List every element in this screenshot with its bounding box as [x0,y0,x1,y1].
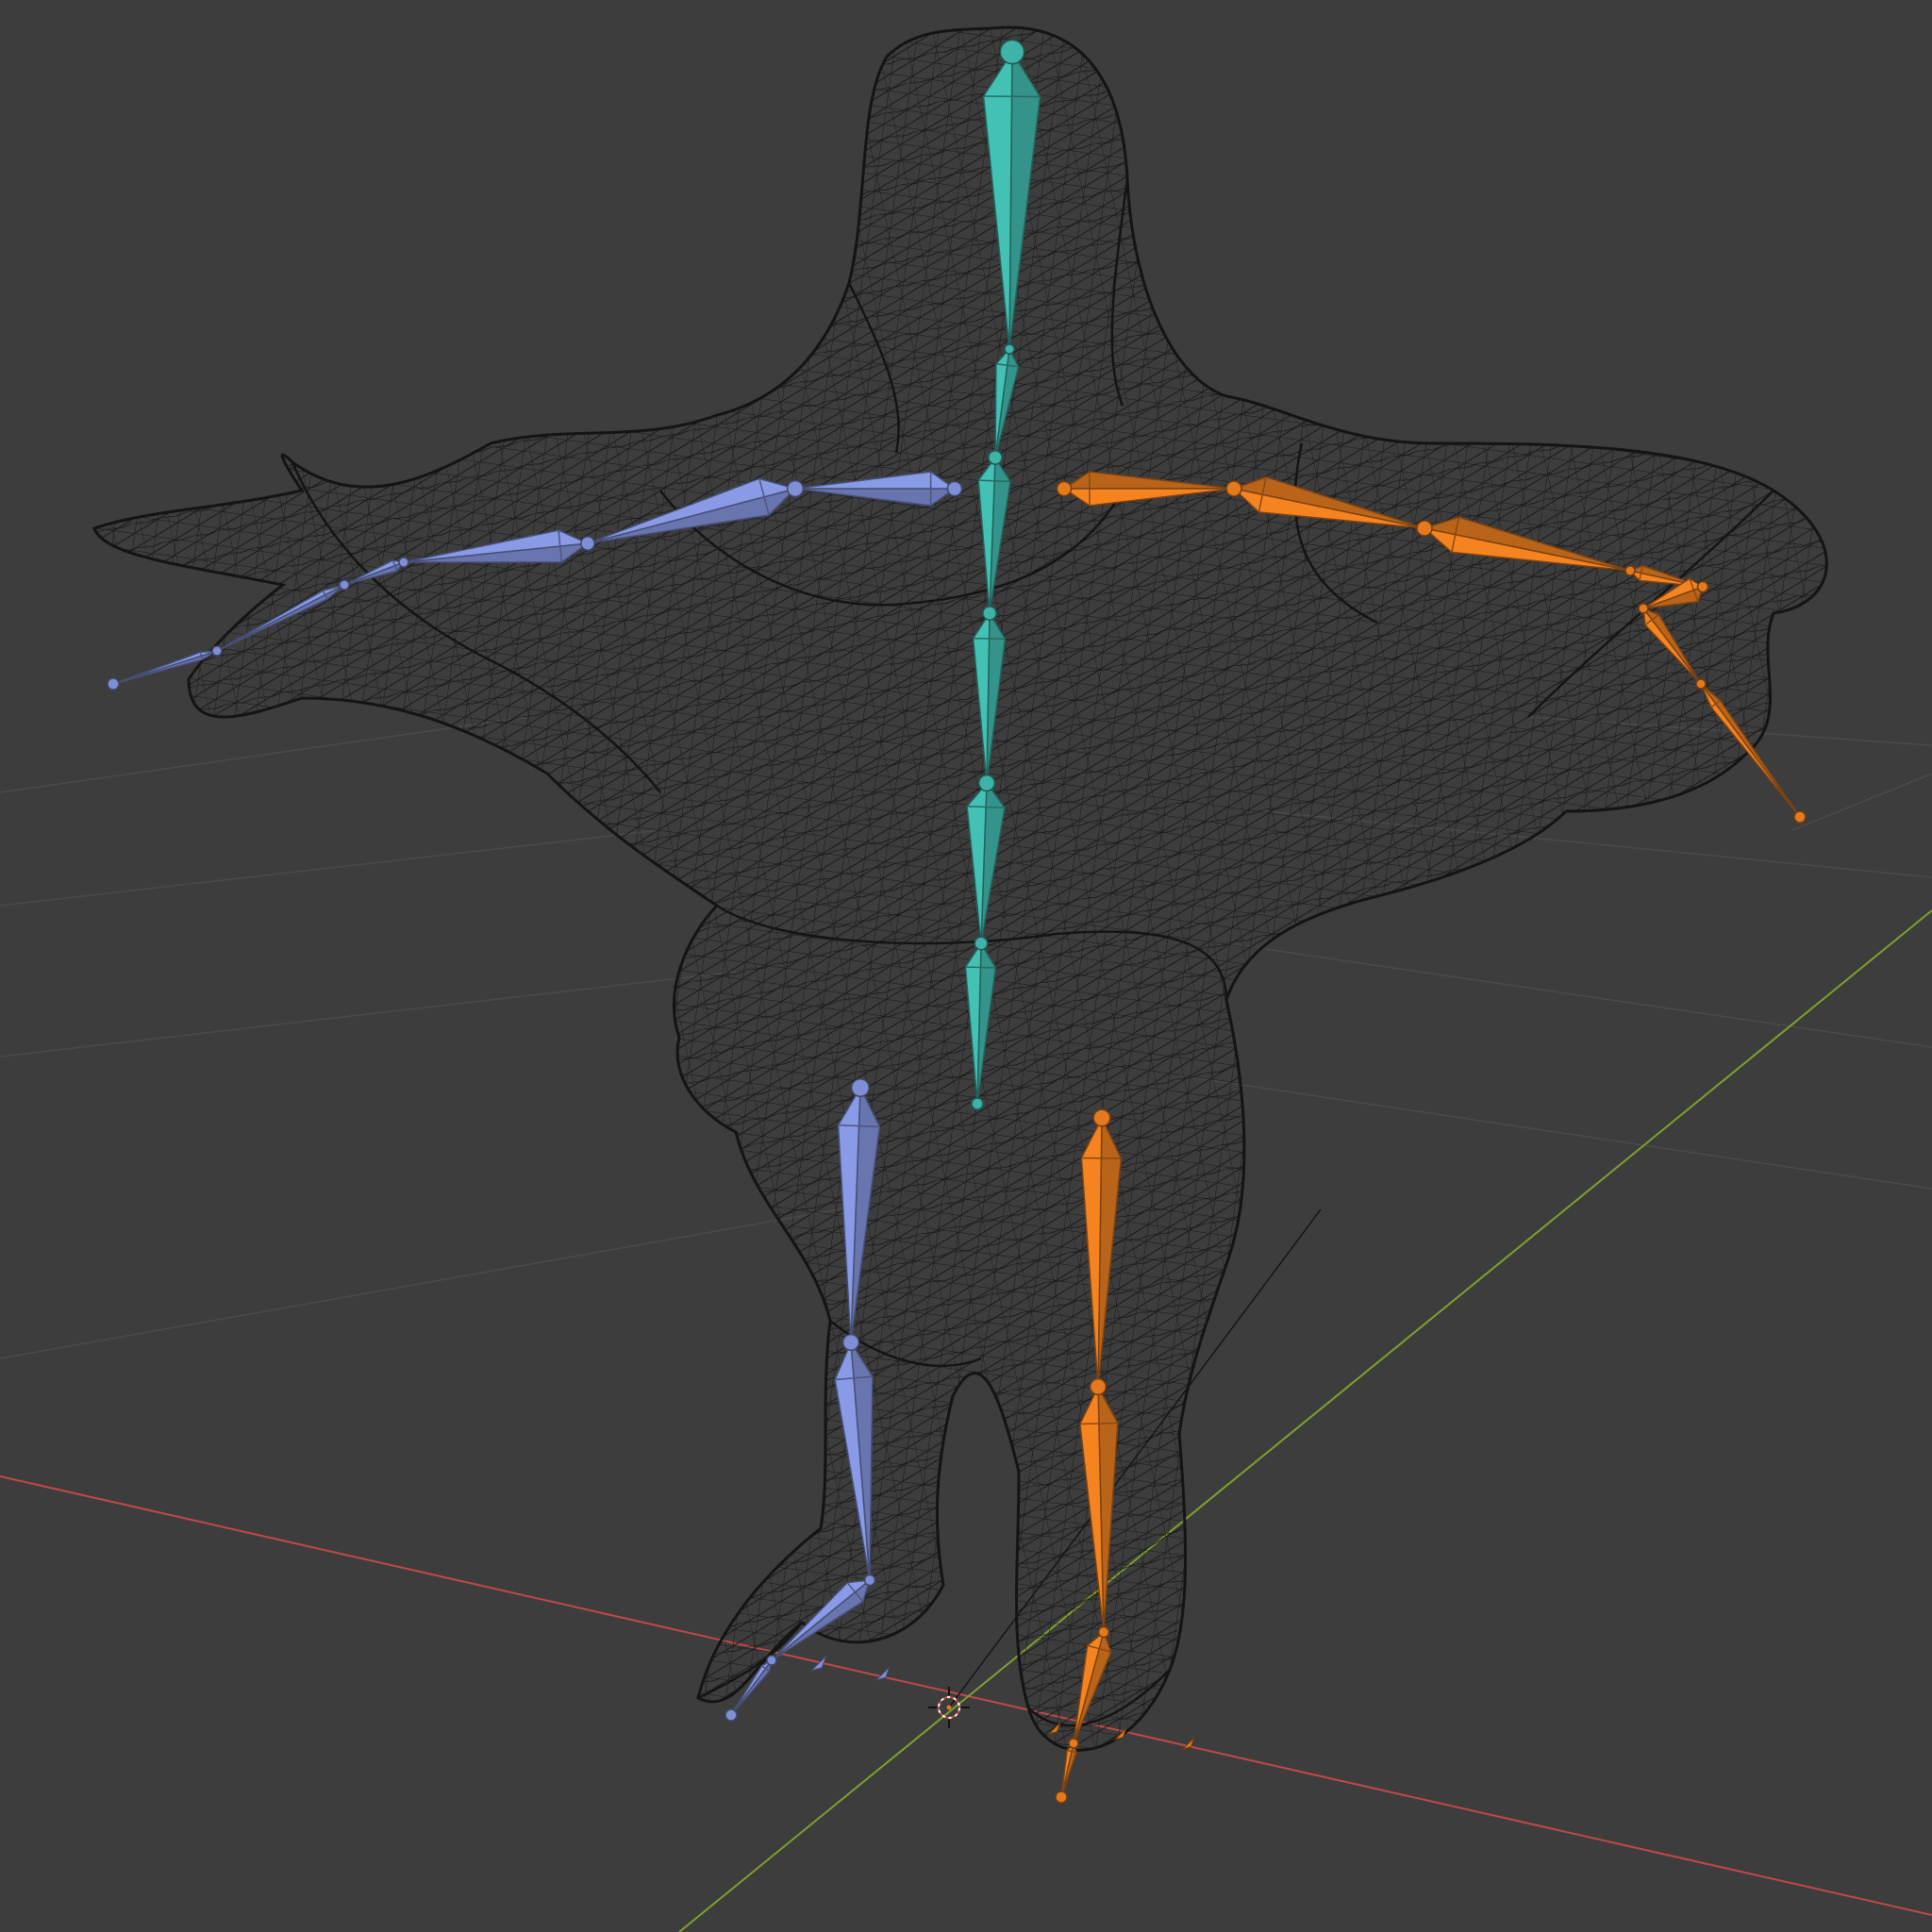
bone-head-joint[interactable] [977,774,996,792]
bone-head-joint[interactable] [766,1655,777,1666]
bone-head-joint[interactable] [339,579,350,591]
bone-head-joint[interactable] [999,39,1025,65]
bone-tail-joint[interactable] [971,1097,984,1110]
bone-head-joint[interactable] [1004,343,1015,355]
bone-tail-joint[interactable] [107,677,120,691]
mesh-body-overlay [94,27,1827,1751]
bone-tail-joint[interactable] [1793,810,1807,824]
bone-head-joint[interactable] [946,480,963,497]
bone-head-joint[interactable] [1416,520,1433,537]
bone-head-joint[interactable] [982,606,997,621]
bone-ridge [983,95,1041,98]
3d-cursor-icon[interactable] [928,1687,970,1728]
bone-head-joint[interactable] [1097,1625,1110,1639]
bone-head-joint[interactable] [1638,603,1649,614]
bone-head-joint[interactable] [1696,580,1709,593]
bone-head-joint[interactable] [988,450,1003,465]
bone-head-joint[interactable] [851,1078,870,1097]
3d-viewport[interactable] [0,0,1932,1932]
bone-head-joint[interactable] [398,557,409,568]
bone-head-joint[interactable] [786,479,805,498]
x-axis-line [0,1475,1932,1916]
bone-head-joint[interactable] [1068,1738,1079,1749]
bone-head-joint[interactable] [1225,480,1242,497]
bone-head-joint[interactable] [1089,1377,1108,1396]
bone-head-joint[interactable] [841,1333,860,1352]
bone-head-joint[interactable] [1695,678,1707,690]
bone-tail-joint[interactable] [724,1708,738,1722]
bone-ridge [973,637,1006,641]
bone-head-joint[interactable] [211,645,223,657]
character-mesh[interactable] [92,25,1828,1752]
bone-head-joint[interactable] [1056,480,1073,497]
viewport-scene[interactable] [0,0,1932,1932]
bone-head-joint[interactable] [863,1574,876,1587]
bone-ridge [965,966,996,969]
bone-tail-joint[interactable] [1055,1790,1068,1804]
bone-head-joint[interactable] [1092,1108,1111,1127]
bone-head-joint[interactable] [1624,565,1636,576]
bone-head-joint[interactable] [974,936,989,951]
bone-head-joint[interactable] [580,536,595,551]
